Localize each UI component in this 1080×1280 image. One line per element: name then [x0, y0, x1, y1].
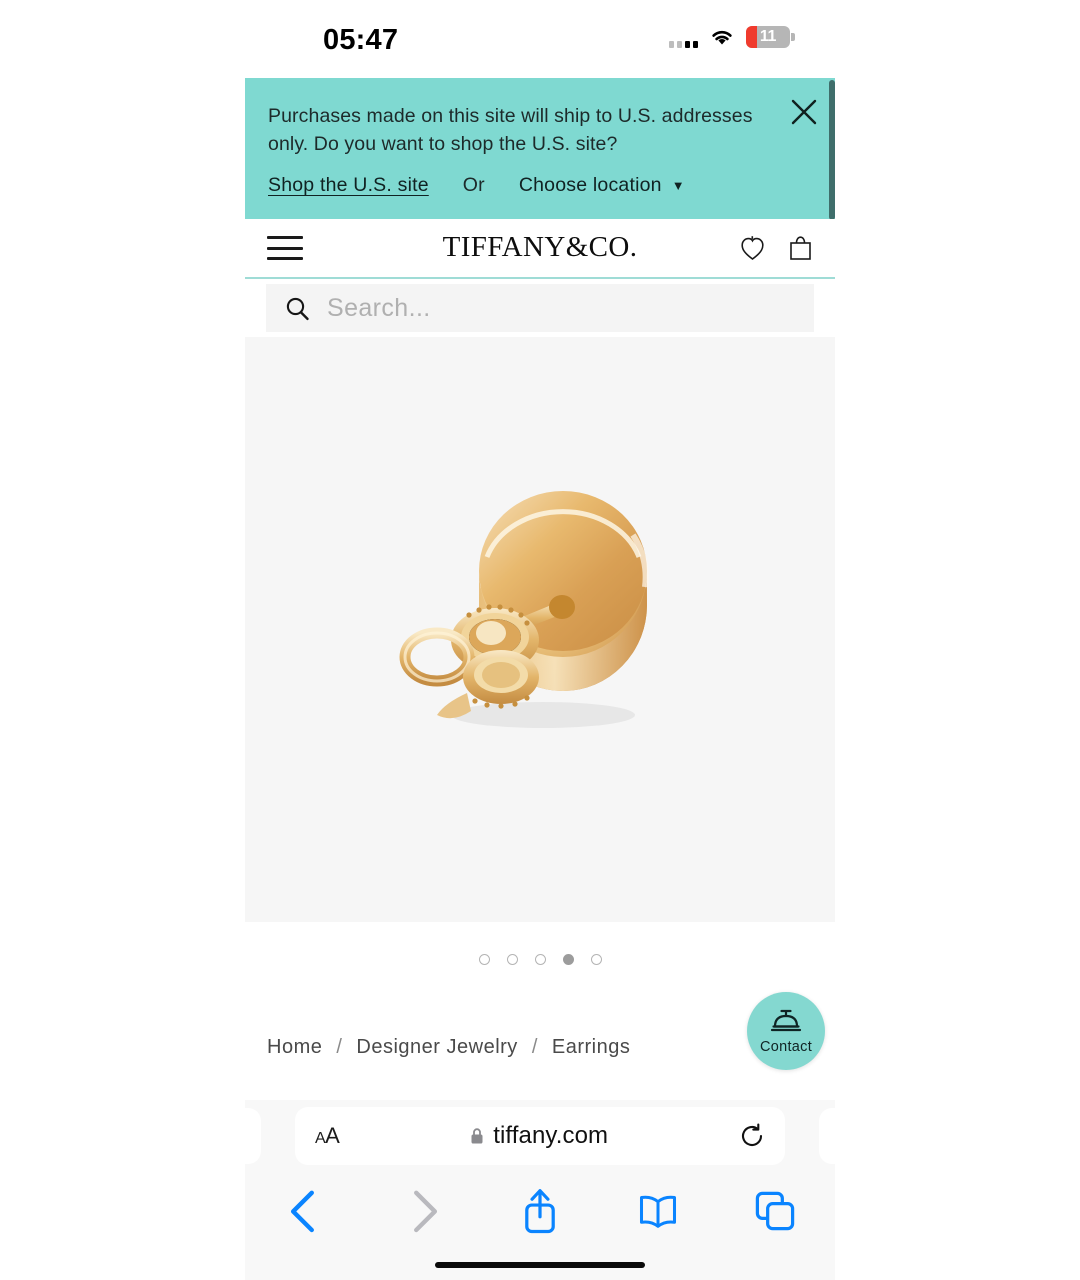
- close-icon[interactable]: [787, 95, 821, 129]
- search-bar[interactable]: [266, 284, 814, 332]
- breadcrumb-item-home[interactable]: Home: [267, 1036, 322, 1059]
- address-bar[interactable]: AA tiffany.com: [295, 1107, 785, 1165]
- gallery-dot-3[interactable]: [534, 954, 546, 965]
- home-indicator: [435, 1262, 645, 1268]
- address-bar-content: tiffany.com: [339, 1122, 739, 1150]
- site-header: TIFFANY&CO.: [245, 219, 835, 279]
- safari-browser-chrome: AA tiffany.com: [219, 1100, 861, 1280]
- contact-button[interactable]: Contact: [747, 992, 825, 1070]
- banner-or-label: Or: [462, 174, 485, 196]
- text-size-button[interactable]: AA: [315, 1123, 340, 1149]
- contact-button-label: Contact: [759, 1038, 813, 1055]
- gallery-dot-2[interactable]: [506, 954, 518, 965]
- breadcrumb-separator: /: [336, 1035, 343, 1058]
- safari-address-row: AA tiffany.com: [219, 1100, 861, 1172]
- breadcrumb-item-designer-jewelry[interactable]: Designer Jewelry: [356, 1036, 517, 1059]
- chevron-right-icon: [413, 1190, 437, 1232]
- search-icon: [286, 297, 309, 320]
- status-bar: 05:47 11: [245, 0, 835, 78]
- status-bar-indicators: 11: [669, 26, 795, 48]
- safari-toolbar: [245, 1172, 835, 1250]
- product-image: [399, 490, 649, 728]
- web-page-viewport: Purchases made on this site will ship to…: [245, 78, 835, 1100]
- header-icons: [739, 233, 814, 263]
- gallery-dot-5[interactable]: [590, 954, 602, 965]
- gallery-dot-1[interactable]: [478, 954, 490, 965]
- shopping-bag-icon[interactable]: [787, 233, 814, 263]
- status-bar-clock: 05:47: [323, 24, 399, 56]
- lock-icon: [471, 1128, 483, 1144]
- tabs-icon: [755, 1191, 795, 1231]
- breadcrumb-item-earrings[interactable]: Earrings: [552, 1036, 630, 1059]
- service-bell-icon: [770, 1009, 802, 1031]
- breadcrumb-row: Home / Designer Jewelry / Earrings Conta…: [245, 992, 835, 1097]
- back-button[interactable]: [283, 1189, 327, 1233]
- chevron-left-icon: [290, 1190, 314, 1232]
- cellular-bars-icon: [669, 26, 698, 48]
- gallery-pagination-dots: [245, 922, 835, 997]
- choose-location-dropdown[interactable]: Choose location ▼: [519, 174, 685, 197]
- adjacent-tab-left[interactable]: [219, 1108, 261, 1164]
- breadcrumb-separator: /: [531, 1035, 538, 1058]
- share-icon: [525, 1189, 555, 1234]
- bookmarks-button[interactable]: [636, 1189, 680, 1233]
- wifi-icon: [712, 30, 732, 45]
- book-icon: [639, 1195, 676, 1228]
- breadcrumb: Home / Designer Jewelry / Earrings: [267, 1036, 630, 1059]
- product-image-gallery[interactable]: [245, 337, 835, 922]
- battery-level-label: 11: [759, 28, 777, 45]
- banner-message: Purchases made on this site will ship to…: [268, 105, 753, 155]
- battery-icon: 11: [746, 26, 795, 48]
- forward-button[interactable]: [401, 1189, 445, 1233]
- reload-icon[interactable]: [739, 1123, 765, 1149]
- shop-us-site-link[interactable]: Shop the U.S. site: [268, 174, 429, 197]
- page-scrollbar[interactable]: [829, 80, 835, 220]
- banner-actions: Shop the U.S. site Or Choose location ▼: [268, 174, 809, 197]
- adjacent-tab-right[interactable]: [819, 1108, 861, 1164]
- share-button[interactable]: [518, 1189, 562, 1234]
- choose-location-label: Choose location: [518, 174, 662, 196]
- search-section: [245, 279, 835, 337]
- caret-down-icon: ▼: [671, 178, 685, 193]
- tabs-button[interactable]: [753, 1189, 797, 1233]
- gallery-dot-4[interactable]: [562, 954, 574, 965]
- location-notice-banner: Purchases made on this site will ship to…: [245, 78, 835, 220]
- search-input[interactable]: [327, 293, 814, 323]
- url-text: tiffany.com: [493, 1122, 609, 1149]
- heart-icon[interactable]: [739, 233, 766, 263]
